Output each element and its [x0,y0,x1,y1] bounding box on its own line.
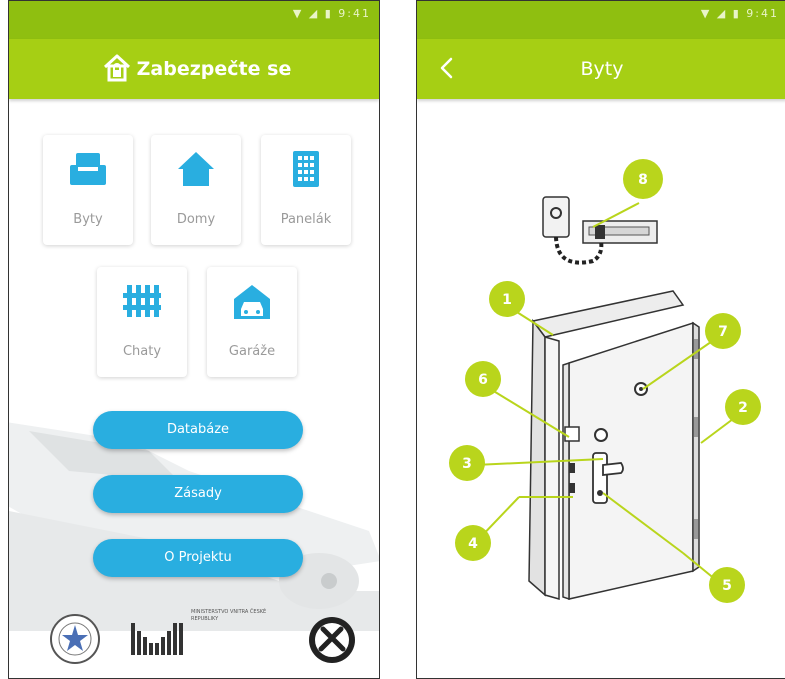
category-tile-chaty[interactable]: Chaty [97,267,187,377]
sofa-icon [70,153,106,185]
marker-4-label: 4 [468,536,478,552]
status-icons: ▼ ◢ ▮ 9:41 [700,7,779,20]
status-bar: ▼ ◢ ▮ 9:41 [417,1,785,39]
category-label: Chaty [122,344,162,359]
marker-2-label: 2 [738,400,748,416]
marker-6-label: 6 [478,372,488,388]
police-logo-icon [50,614,100,664]
app-title: Zabezpečte se [136,58,292,80]
house-icon [178,152,214,186]
marker-8[interactable]: 8 [623,159,663,199]
marker-8-label: 8 [638,172,648,188]
marker-1-label: 1 [502,292,512,308]
database-button[interactable]: Databáze [93,411,303,449]
category-tile-domy[interactable]: Domy [151,135,241,245]
home-screen: ▼ ◢ ▮ 9:41 Zabezpečte se Byty Domy Panel… [8,0,380,679]
status-bar: ▼ ◢ ▮ 9:41 [9,1,379,39]
status-icons: ▼ ◢ ▮ 9:41 [292,7,371,20]
status-time: 9:41 [746,7,779,20]
markers-layer: 8 1 7 6 2 3 4 5 [449,159,761,603]
category-tile-panelak[interactable]: Panelák [261,135,351,245]
principles-button[interactable]: Zásady [93,475,303,513]
marker-7-label: 7 [718,324,728,340]
category-tile-garaze[interactable]: Garáže [207,267,297,377]
marker-5-label: 5 [722,578,732,594]
marker-5[interactable]: 5 [709,567,745,603]
detail-screen-byty: ▼ ◢ ▮ 9:41 Byty 8 1 7 6 2 3 4 5 [416,0,785,679]
ministry-name: MINISTERSTVO VNITRA ČESKÉ REPUBLIKY [191,609,267,622]
category-tile-byty[interactable]: Byty [43,135,133,245]
marker-2[interactable]: 2 [725,389,761,425]
marker-6[interactable]: 6 [465,361,501,397]
marker-7[interactable]: 7 [705,313,741,349]
tools-logo-icon [309,617,355,663]
marker-3[interactable]: 3 [449,445,485,481]
category-label: Garáže [228,344,276,359]
marker-1[interactable]: 1 [489,281,525,317]
about-project-button[interactable]: O Projektu [93,539,303,577]
fence-icon [123,285,161,317]
garage-icon [234,285,270,319]
marker-4[interactable]: 4 [455,525,491,561]
marker-3-label: 3 [462,456,472,472]
status-time: 9:41 [338,7,371,20]
ministry-logo-icon [131,623,183,655]
category-label: Byty [73,212,103,227]
category-label: Panelák [280,212,332,227]
building-icon [293,151,319,187]
app-bar: Byty [417,39,785,99]
category-label: Domy [176,212,216,227]
app-bar: Zabezpečte se [9,39,379,99]
screen-title: Byty [580,58,624,80]
